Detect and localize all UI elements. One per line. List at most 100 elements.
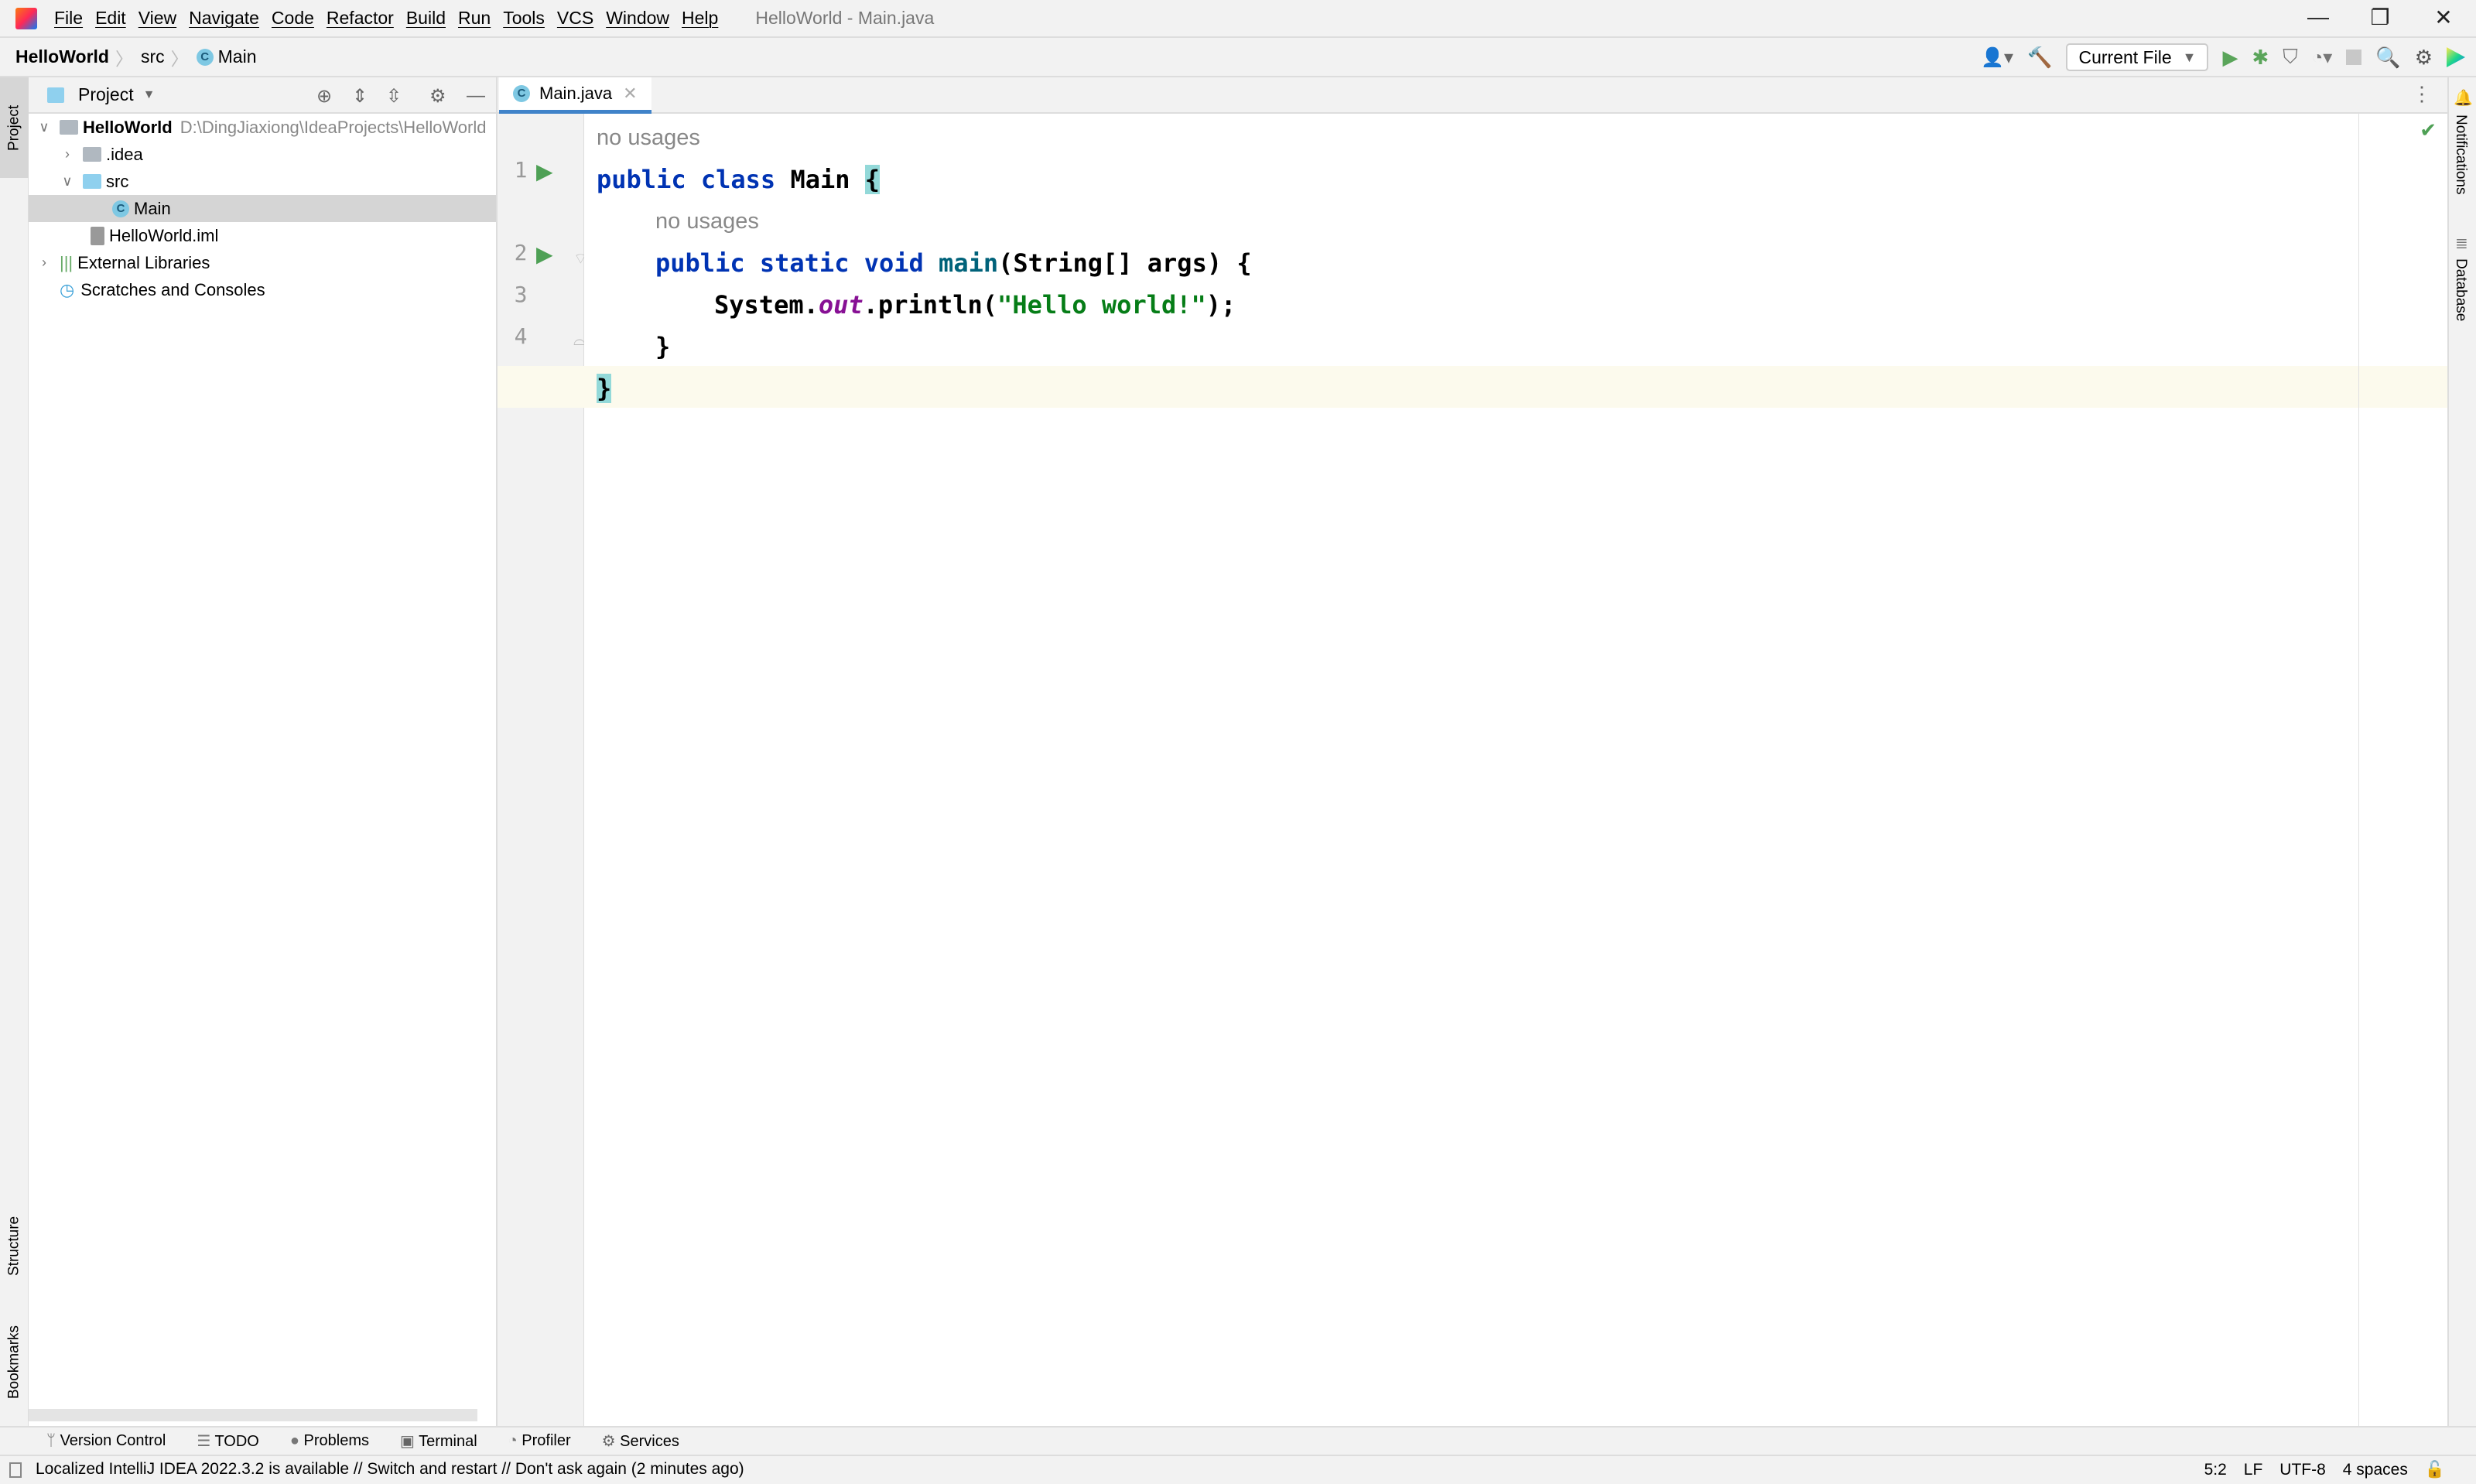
left-tool-stripe: Project Structure Bookmarks — [0, 77, 29, 1426]
chevron-down-icon: ▼ — [2182, 49, 2197, 65]
app-logo-icon — [15, 7, 37, 29]
stop-icon[interactable] — [2346, 50, 2362, 65]
bell-icon: 🔔 — [2454, 90, 2473, 107]
caret-position[interactable]: 5:2 — [2204, 1461, 2227, 1479]
notifications-tool-tab[interactable]: Notifications — [2452, 115, 2469, 195]
window-title: HelloWorld - Main.java — [755, 8, 935, 28]
tree-item-label: External Libraries — [77, 252, 210, 272]
navigation-bar: HelloWorld 〉 src 〉 C Main 👤▾ 🔨 Current Fil… — [0, 38, 2476, 77]
menu-code[interactable]: Code — [265, 8, 320, 29]
run-gutter-icon[interactable]: ▶ — [536, 159, 553, 184]
chevron-down-icon[interactable]: ∨ — [60, 173, 75, 190]
debug-icon[interactable]: ✱ — [2252, 46, 2269, 70]
more-options-icon[interactable]: ⋮ — [2412, 82, 2432, 106]
database-tool-tab[interactable]: Database — [2452, 258, 2469, 321]
tree-item-src[interactable]: ∨ src — [29, 168, 496, 195]
tree-item-label: HelloWorld.iml — [109, 225, 219, 245]
status-message[interactable]: Localized IntelliJ IDEA 2022.3.2 is avai… — [36, 1460, 744, 1479]
hide-panel-icon[interactable]: — — [467, 85, 485, 107]
tree-item-main[interactable]: C Main — [29, 195, 496, 222]
class-icon: C — [513, 85, 530, 102]
right-tool-stripe: 🔔 Notifications ≣ Database — [2447, 77, 2476, 1426]
chevron-right-icon[interactable]: › — [60, 146, 75, 162]
tree-item-scratches[interactable]: ◷ Scratches and Consoles — [29, 276, 496, 303]
tree-item-idea[interactable]: › .idea — [29, 141, 496, 168]
locate-icon[interactable]: ⊕ — [316, 85, 332, 108]
structure-tool-tab[interactable]: Structure — [0, 1184, 29, 1308]
gear-icon[interactable]: ⚙ — [2415, 46, 2433, 70]
chevron-down-icon[interactable]: ▼ — [143, 88, 156, 102]
breadcrumb-project[interactable]: HelloWorld — [15, 46, 109, 67]
code-line-1: public class Main { — [597, 165, 881, 194]
menu-refactor[interactable]: Refactor — [320, 8, 400, 29]
tool-services[interactable]: ⚙ Services — [602, 1431, 679, 1451]
tool-todo[interactable]: ☰ TODO — [197, 1431, 259, 1451]
build-hammer-icon[interactable]: 🔨 — [2027, 46, 2052, 70]
account-icon[interactable]: 👤▾ — [1981, 46, 2013, 69]
menu-vcs[interactable]: VCS — [551, 8, 600, 29]
line-separator[interactable]: LF — [2244, 1461, 2263, 1479]
menu-file[interactable]: File — [48, 8, 89, 29]
tree-item-external-libraries[interactable]: › ||| External Libraries — [29, 249, 496, 276]
code-editor[interactable]: no usages public class Main { no usages … — [498, 114, 2447, 1426]
project-tool-tab[interactable]: Project — [0, 77, 29, 178]
tool-terminal[interactable]: ▣ Terminal — [400, 1431, 477, 1451]
search-icon[interactable]: 🔍 — [2375, 46, 2400, 70]
breadcrumb-src[interactable]: src — [141, 46, 165, 67]
bookmarks-tool-tab[interactable]: Bookmarks — [0, 1300, 29, 1424]
close-window-button[interactable]: ✕ — [2420, 5, 2467, 30]
no-problems-check-icon[interactable]: ✔ — [2420, 118, 2437, 142]
source-folder-icon — [83, 174, 101, 189]
problems-icon: ● — [289, 1432, 304, 1449]
lock-icon[interactable]: 🔓 — [2425, 1461, 2445, 1479]
tool-problems[interactable]: ● Problems — [290, 1432, 369, 1450]
branch-icon: ᛘ — [46, 1432, 60, 1449]
collapse-all-icon[interactable]: ⇳ — [386, 85, 402, 108]
coverage-icon[interactable]: ⛉ — [2283, 45, 2298, 70]
menu-build[interactable]: Build — [400, 8, 452, 29]
usages-hint[interactable]: no usages — [597, 117, 700, 159]
code-with-me-icon[interactable] — [2447, 47, 2465, 67]
tab-main-java[interactable]: C Main.java ✕ — [499, 77, 651, 114]
indent-setting[interactable]: 4 spaces — [2343, 1461, 2408, 1479]
menu-help[interactable]: Help — [675, 8, 724, 29]
code-line-3: System.out.println("Hello world!"); — [714, 290, 1236, 320]
project-view-selector[interactable]: Project — [78, 84, 134, 105]
horizontal-scrollbar[interactable] — [29, 1409, 477, 1421]
tree-item-helloworld-iml[interactable]: HelloWorld.iml — [29, 222, 496, 249]
breadcrumb-main[interactable]: Main — [218, 46, 257, 67]
title-bar: File Edit View Navigate Code Refactor Bu… — [0, 0, 2476, 38]
tool-profiler[interactable]: ◔ Profiler — [508, 1432, 571, 1450]
close-tab-icon[interactable]: ✕ — [623, 84, 637, 104]
menu-edit[interactable]: Edit — [89, 8, 132, 29]
gear-icon[interactable]: ⚙ — [429, 85, 446, 108]
bottom-tool-bar: ᛘ Version Control ☰ TODO ● Problems ▣ Te… — [0, 1426, 2476, 1455]
run-gutter-icon[interactable]: ▶ — [536, 241, 553, 267]
restore-button[interactable]: ❐ — [2357, 5, 2403, 30]
tab-label: Main.java — [539, 84, 613, 103]
run-config-label: Current File — [2078, 46, 2172, 67]
minimize-button[interactable]: — — [2295, 5, 2341, 29]
line-number: 2 — [514, 240, 528, 265]
line-number: 4 — [514, 323, 528, 349]
menu-window[interactable]: Window — [600, 8, 675, 29]
file-encoding[interactable]: UTF-8 — [2279, 1461, 2326, 1479]
usages-hint[interactable]: no usages — [655, 200, 759, 242]
editor-tab-bar: C Main.java ✕ ⋮ — [498, 77, 2447, 114]
chevron-down-icon[interactable]: ∨ — [36, 119, 52, 135]
tool-version-control[interactable]: ᛘ Version Control — [46, 1432, 166, 1450]
menu-run[interactable]: Run — [452, 8, 497, 29]
library-icon: ||| — [60, 252, 74, 272]
chevron-right-icon[interactable]: › — [36, 255, 52, 271]
menu-tools[interactable]: Tools — [497, 8, 551, 29]
profiler-icon: ◔ — [508, 1432, 522, 1449]
menu-view[interactable]: View — [132, 8, 183, 29]
tree-item-helloworld[interactable]: ∨ HelloWorld D:\DingJiaxiong\IdeaProjects\… — [29, 114, 496, 141]
module-folder-icon — [60, 120, 78, 135]
run-icon[interactable]: ▶ — [2222, 46, 2238, 70]
profile-icon[interactable]: ◔▾ — [2312, 46, 2333, 69]
expand-all-icon[interactable]: ⇕ — [352, 85, 368, 108]
toggle-tool-windows-icon[interactable] — [9, 1462, 22, 1478]
run-configuration-dropdown[interactable]: Current File ▼ — [2066, 43, 2209, 71]
menu-navigate[interactable]: Navigate — [183, 8, 265, 29]
